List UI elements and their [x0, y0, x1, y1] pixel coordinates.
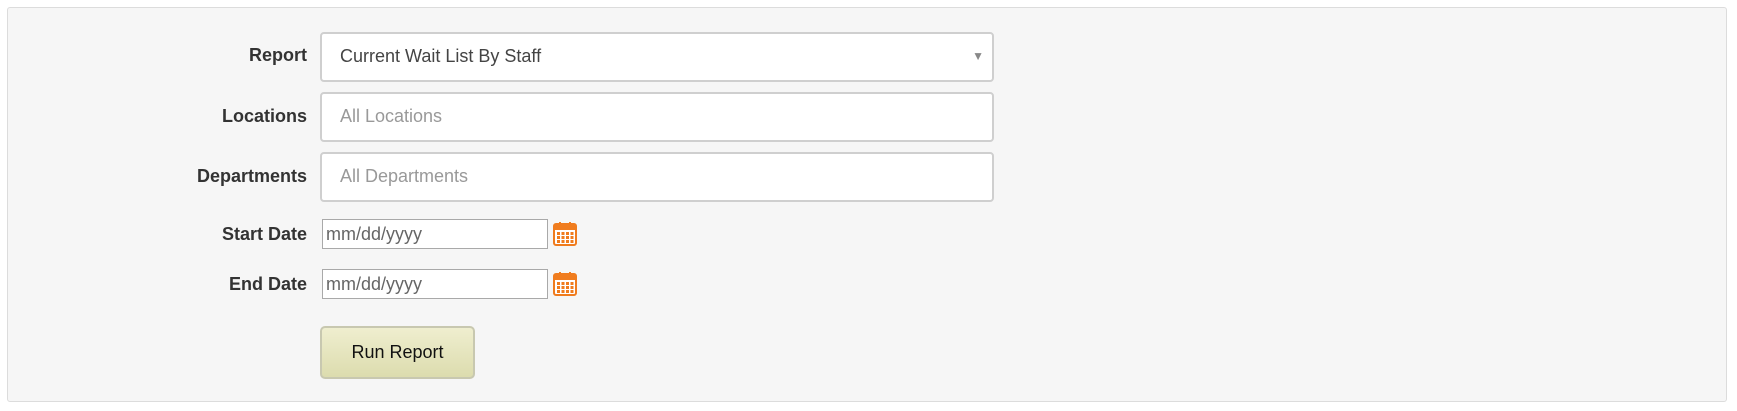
start-date-input[interactable] [322, 219, 548, 249]
report-label: Report [249, 45, 307, 65]
report-select[interactable]: Current Wait List By Staff ▼ [320, 32, 994, 82]
end-date-input[interactable] [322, 269, 548, 299]
locations-select[interactable]: All Locations [320, 92, 994, 142]
departments-label: Departments [196, 166, 307, 186]
locations-label: Locations [221, 106, 307, 126]
calendar-icon[interactable] [552, 271, 578, 297]
locations-placeholder: All Locations [340, 106, 443, 126]
run-report-button[interactable]: Run Report [320, 326, 475, 379]
calendar-icon[interactable] [552, 221, 578, 247]
start-date-label: Start Date [221, 224, 307, 244]
report-select-value: Current Wait List By Staff [340, 46, 542, 66]
chevron-down-icon: ▼ [972, 49, 984, 63]
departments-placeholder: All Departments [340, 166, 469, 186]
end-date-label: End Date [228, 274, 307, 294]
departments-select[interactable]: All Departments [320, 152, 994, 202]
